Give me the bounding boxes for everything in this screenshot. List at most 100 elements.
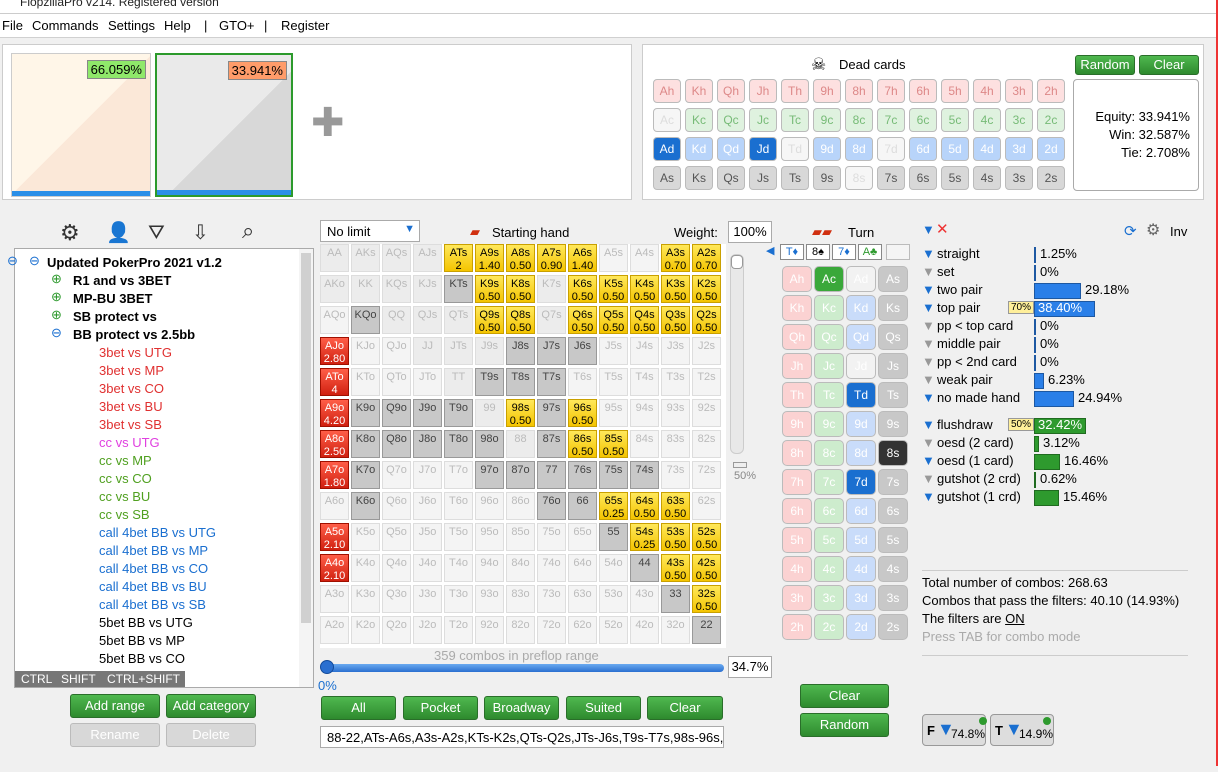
dead-card-9s[interactable]: 9s xyxy=(813,166,841,190)
dead-card-3d[interactable]: 3d xyxy=(1005,137,1033,161)
hand-cell-97o[interactable]: 97o xyxy=(475,461,504,489)
hand-cell-J7s[interactable]: J7s xyxy=(537,337,566,365)
turn-card-7s[interactable]: 7s xyxy=(878,469,908,495)
turn-card-Ad[interactable]: Ad xyxy=(846,266,876,292)
hand-cell-Q9o[interactable]: Q9o xyxy=(382,399,411,427)
hand-cell-54o[interactable]: 54o xyxy=(599,554,628,582)
refresh-icon[interactable]: ⟳ xyxy=(1124,222,1137,240)
dead-card-3s[interactable]: 3s xyxy=(1005,166,1033,190)
hand-cell-K7s[interactable]: K7s xyxy=(537,275,566,303)
hand-cell-Q4o[interactable]: Q4o xyxy=(382,554,411,582)
tree-item[interactable]: 3bet vs UTG xyxy=(99,345,172,360)
hand-cell-72o[interactable]: 72o xyxy=(537,616,566,644)
turn-card-4c[interactable]: 4c xyxy=(814,556,844,582)
turn-card-Td[interactable]: Td xyxy=(846,382,876,408)
dead-card-7h[interactable]: 7h xyxy=(877,79,905,103)
turn-card-9d[interactable]: 9d xyxy=(846,411,876,437)
turn-card-4d[interactable]: 4d xyxy=(846,556,876,582)
hand-cell-KJs[interactable]: KJs xyxy=(413,275,442,303)
hand-cell-J2s[interactable]: J2s xyxy=(692,337,721,365)
stat-filter-icon[interactable]: ▼ xyxy=(922,372,935,387)
turn-card-3h[interactable]: 3h xyxy=(782,585,812,611)
tree-item[interactable]: cc vs BU xyxy=(99,489,150,504)
turn-card-Ah[interactable]: Ah xyxy=(782,266,812,292)
stat-label[interactable]: two pair xyxy=(937,282,983,297)
hand-cell-73o[interactable]: 73o xyxy=(537,585,566,613)
stat-filter-icon[interactable]: ▼ xyxy=(922,318,935,333)
hand-cell-J9s[interactable]: J9s xyxy=(475,337,504,365)
turn-card-3c[interactable]: 3c xyxy=(814,585,844,611)
turn-card-9s[interactable]: 9s xyxy=(878,411,908,437)
dead-card-5h[interactable]: 5h xyxy=(941,79,969,103)
stat-label[interactable]: pp < top card xyxy=(937,318,1013,333)
hand-cell-Q8o[interactable]: Q8o xyxy=(382,430,411,458)
turn-card-Ac[interactable]: Ac xyxy=(814,266,844,292)
hand-cell-Q2s[interactable]: Q2s 0.50 xyxy=(692,306,721,334)
hand-cell-65o[interactable]: 65o xyxy=(568,523,597,551)
hand-cell-J4o[interactable]: J4o xyxy=(413,554,442,582)
hand-cell-K2s[interactable]: K2s 0.50 xyxy=(692,275,721,303)
turn-card-7d[interactable]: 7d xyxy=(846,469,876,495)
add-range-plus-icon[interactable]: ✚ xyxy=(311,103,345,143)
dead-card-Ad[interactable]: Ad xyxy=(653,137,681,161)
hand-cell-Q7s[interactable]: Q7s xyxy=(537,306,566,334)
hand-cell-J5o[interactable]: J5o xyxy=(413,523,442,551)
hand-cell-95o[interactable]: 95o xyxy=(475,523,504,551)
hand-cell-AJo[interactable]: AJo 2.80 xyxy=(320,337,349,365)
dead-card-8d[interactable]: 8d xyxy=(845,137,873,161)
hand-cell-K5o[interactable]: K5o xyxy=(351,523,380,551)
turn-card-Jd[interactable]: Jd xyxy=(846,353,876,379)
turn-card-9c[interactable]: 9c xyxy=(814,411,844,437)
hand-cell-AKo[interactable]: AKo xyxy=(320,275,349,303)
dead-clear-button[interactable]: Clear xyxy=(1139,55,1199,75)
select-broadway-button[interactable]: Broadway xyxy=(484,696,559,720)
hand-cell-84o[interactable]: 84o xyxy=(506,554,535,582)
expand-icon[interactable]: ⊕ xyxy=(51,307,62,323)
hand-cell-Q9s[interactable]: Q9s 0.50 xyxy=(475,306,504,334)
hand-cell-TT[interactable]: TT xyxy=(444,368,473,396)
turn-card-Kc[interactable]: Kc xyxy=(814,295,844,321)
hand-cell-K4o[interactable]: K4o xyxy=(351,554,380,582)
gear-icon[interactable]: ⚙ xyxy=(1146,220,1160,240)
dead-card-6c[interactable]: 6c xyxy=(909,108,937,132)
range-thumbnail-2[interactable]: 33.941% xyxy=(155,53,293,197)
hand-cell-K3s[interactable]: K3s 0.50 xyxy=(661,275,690,303)
stat-filter-icon[interactable]: ▼ xyxy=(922,417,935,432)
board-empty-slot[interactable] xyxy=(886,244,910,260)
hand-cell-AQs[interactable]: AQs xyxy=(382,244,411,272)
hand-cell-63o[interactable]: 63o xyxy=(568,585,597,613)
turn-card-6d[interactable]: 6d xyxy=(846,498,876,524)
dead-card-9h[interactable]: 9h xyxy=(813,79,841,103)
turn-card-8d[interactable]: 8d xyxy=(846,440,876,466)
tree-item[interactable]: 3bet vs MP xyxy=(99,363,164,378)
hand-cell-J8s[interactable]: J8s xyxy=(506,337,535,365)
turn-card-6c[interactable]: 6c xyxy=(814,498,844,524)
dead-card-As[interactable]: As xyxy=(653,166,681,190)
hand-cell-A5o[interactable]: A5o 2.10 xyxy=(320,523,349,551)
rename-button[interactable]: Rename xyxy=(70,723,160,747)
turn-card-8s[interactable]: 8s xyxy=(878,440,908,466)
hand-cell-J4s[interactable]: J4s xyxy=(630,337,659,365)
hand-cell-42o[interactable]: 42o xyxy=(630,616,659,644)
hand-cell-K5s[interactable]: K5s 0.50 xyxy=(599,275,628,303)
hand-cell-KTs[interactable]: KTs xyxy=(444,275,473,303)
dead-card-2s[interactable]: 2s xyxy=(1037,166,1065,190)
dead-card-Qh[interactable]: Qh xyxy=(717,79,745,103)
collapse-icon[interactable]: ⊖ xyxy=(51,325,62,341)
hand-cell-AKs[interactable]: AKs xyxy=(351,244,380,272)
hand-cell-94s[interactable]: 94s xyxy=(630,399,659,427)
dead-card-Qs[interactable]: Qs xyxy=(717,166,745,190)
hand-cell-T5s[interactable]: T5s xyxy=(599,368,628,396)
menu-help[interactable]: Help xyxy=(164,18,191,33)
stat-label[interactable]: set xyxy=(937,264,954,279)
hand-cell-K8s[interactable]: K8s 0.50 xyxy=(506,275,535,303)
turn-card-Kh[interactable]: Kh xyxy=(782,295,812,321)
board-card[interactable]: T♦ xyxy=(780,244,804,260)
dead-card-8c[interactable]: 8c xyxy=(845,108,873,132)
hand-cell-83o[interactable]: 83o xyxy=(506,585,535,613)
dead-card-Jc[interactable]: Jc xyxy=(749,108,777,132)
inv-label[interactable]: Inv xyxy=(1170,224,1187,239)
filter-on-icon[interactable]: ▼ xyxy=(922,222,935,237)
hand-cell-T6s[interactable]: T6s xyxy=(568,368,597,396)
turn-card-4s[interactable]: 4s xyxy=(878,556,908,582)
